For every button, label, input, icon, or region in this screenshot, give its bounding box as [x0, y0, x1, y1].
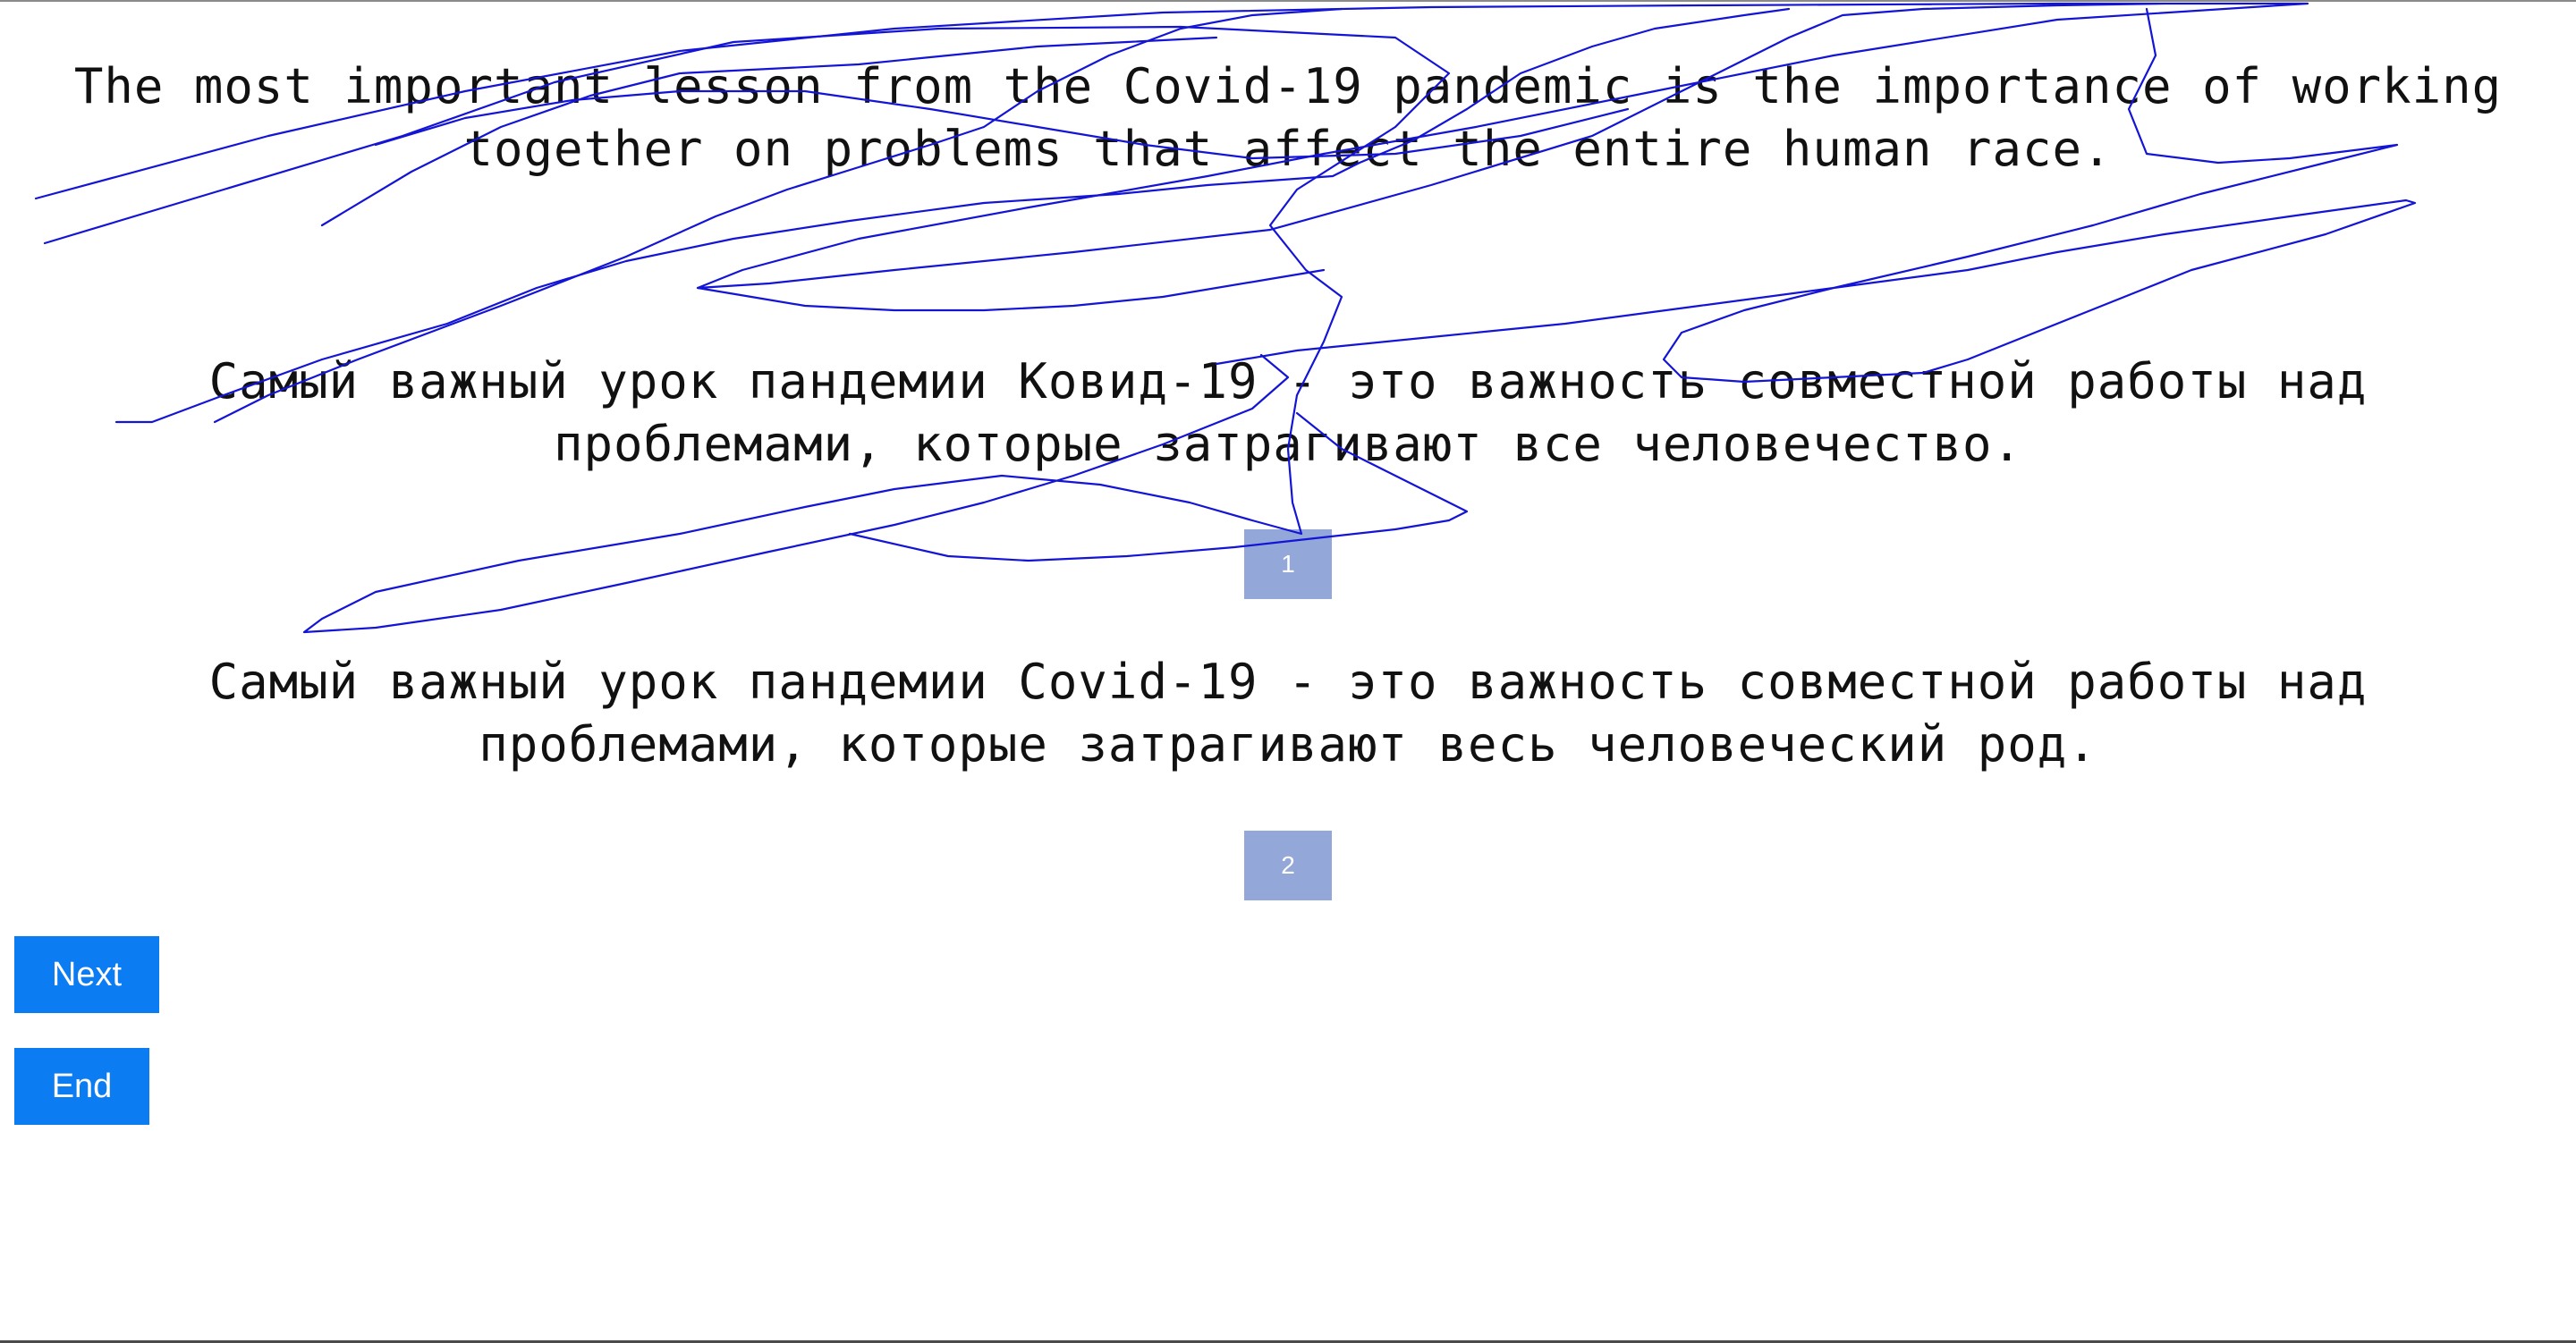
source-sentence: The most important lesson from the Covid…	[73, 58, 2503, 177]
scribble-stroke	[696, 268, 1326, 312]
candidate-translation-1: Самый важный урок пандемии Ковид-19 - эт…	[208, 353, 2368, 472]
candidate-translation-2: Самый важный урок пандемии Covid-19 - эт…	[208, 654, 2368, 773]
choose-candidate-2-button[interactable]: 2	[1244, 831, 1332, 900]
end-button[interactable]: End	[14, 1048, 149, 1125]
choose-candidate-1-button[interactable]: 1	[1244, 529, 1332, 599]
next-button[interactable]: Next	[14, 936, 159, 1013]
annotation-page: The most important lesson from the Covid…	[0, 0, 2576, 1343]
